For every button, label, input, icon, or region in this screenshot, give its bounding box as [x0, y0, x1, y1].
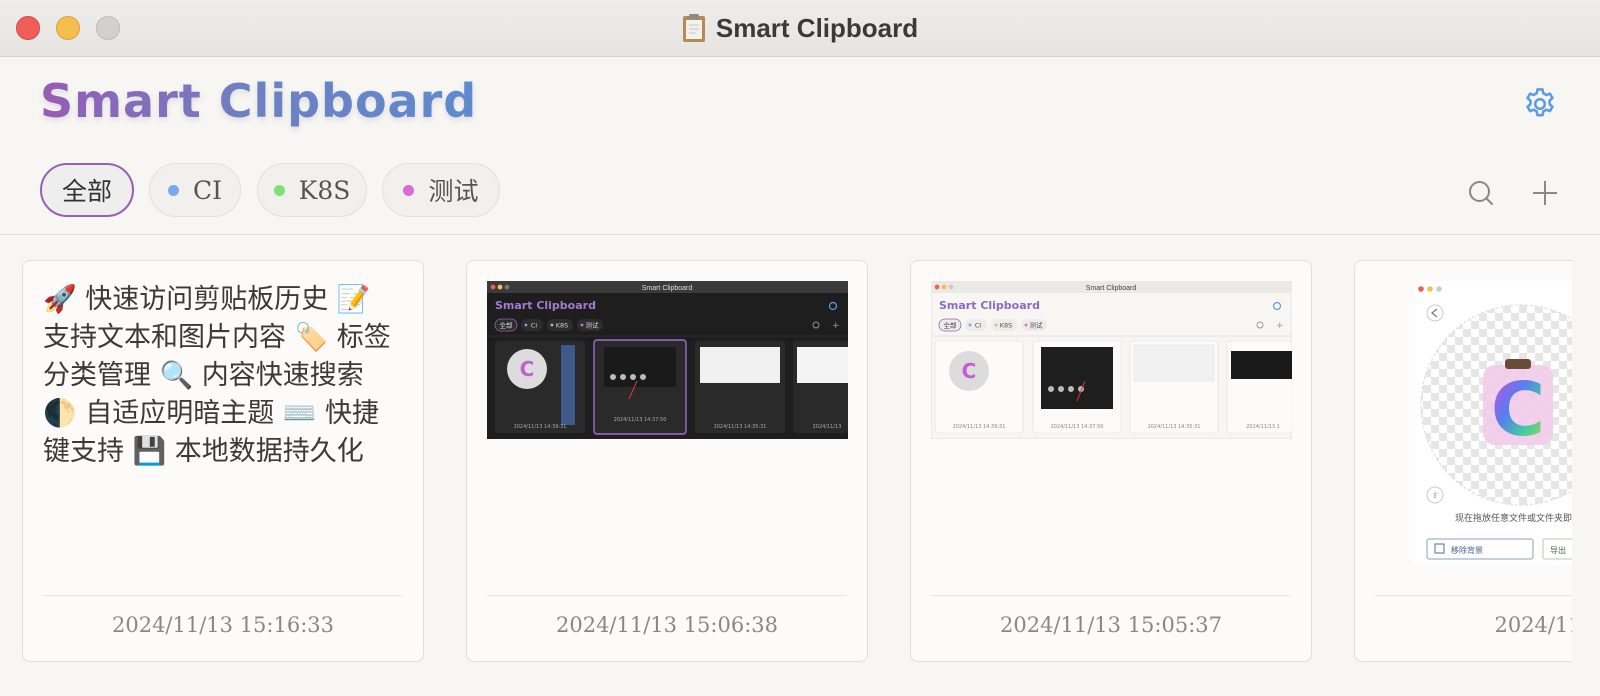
card-divider [43, 595, 403, 596]
thumb-card-time: 2024/11/13 1 [1246, 424, 1280, 430]
svg-text:+: + [1276, 321, 1284, 331]
tab-ci[interactable]: CI [149, 163, 241, 217]
thumb-tab-label: K8S [556, 322, 569, 330]
thumb-tab-label: 测试 [1030, 321, 1044, 330]
thumb-remove-bg-button: 移除背景 [1451, 545, 1483, 555]
card-divider [487, 595, 847, 596]
thumb-app-title: Smart Clipboard [495, 299, 596, 312]
card-timestamp: 2024/11/13 15:16:33 [111, 613, 335, 637]
svg-text:C: C [520, 357, 535, 381]
thumb-card-time: 2024/11/13 14:37:50 [1051, 424, 1104, 430]
tab-test[interactable]: 测试 [382, 163, 500, 217]
clipboard-icon [682, 14, 705, 42]
thumb-logo-letter: C [1491, 367, 1545, 453]
window-title-group: Smart Clipboard [0, 0, 1600, 56]
card-timestamp: 2024/11/13 15:06:38 [555, 613, 779, 637]
tab-k8s-label: K8S [298, 175, 351, 205]
tab-test-label: 测试 [428, 177, 479, 206]
thumb-tab-label: CI [975, 322, 982, 330]
clipboard-card-list[interactable]: 🚀 快速访问剪贴板历史 📝 支持文本和图片内容 🏷️ 标签分类管理 🔍 内容快速… [0, 260, 1572, 670]
tab-ci-label: CI [192, 175, 222, 205]
header-divider [0, 234, 1600, 235]
card-divider [931, 595, 1291, 596]
clipboard-card-text[interactable]: 🚀 快速访问剪贴板历史 📝 支持文本和图片内容 🏷️ 标签分类管理 🔍 内容快速… [22, 260, 424, 662]
card-text-content: 🚀 快速访问剪贴板历史 📝 支持文本和图片内容 🏷️ 标签分类管理 🔍 内容快速… [43, 284, 391, 467]
thumb-card-time: 2024/11/13 14:39:31 [514, 424, 567, 430]
tab-all-label: 全部 [61, 177, 112, 206]
thumb-tab-label: 全部 [944, 321, 958, 330]
tag-dot-icon [403, 184, 415, 196]
title-bar: Smart Clipboard [0, 0, 1600, 57]
dark-screenshot-thumbnail: Smart Clipboard Smart Clipboard 全部 CI K8… [487, 281, 848, 439]
tag-dot-icon [273, 184, 285, 196]
tab-k8s[interactable]: K8S [257, 163, 367, 217]
thumb-window-title: Smart Clipboard [642, 285, 693, 292]
add-icon[interactable] [1531, 179, 1559, 207]
svg-text:C: C [962, 359, 977, 383]
search-icon[interactable] [1467, 179, 1495, 207]
svg-text:⇪: ⇪ [1432, 491, 1439, 500]
thumb-card-time: 2024/11/13 14:37:50 [614, 417, 667, 423]
thumb-card-time: 2024/11/13 14:39:31 [953, 424, 1006, 430]
thumb-export-button: 导出 [1550, 545, 1566, 555]
settings-gear-icon[interactable] [1522, 86, 1558, 122]
tab-all[interactable]: 全部 [40, 163, 134, 217]
clipboard-card-image[interactable]: C ⇪ 现在拖放任意文件或文件夹即可设置图 移除背景 导出 2024/11/13 [1354, 260, 1572, 662]
thumb-app-title: Smart Clipboard [939, 299, 1040, 312]
thumb-tab-label: CI [531, 322, 538, 330]
tag-dot-icon [167, 184, 179, 196]
thumb-card-time: 2024/11/13 14:35:31 [714, 424, 767, 430]
thumb-tab-label: 全部 [500, 321, 514, 330]
app-window: Smart Clipboard Smart Clipboard 全部 CI K8… [0, 0, 1600, 696]
clipboard-card-image[interactable]: Smart Clipboard Smart Clipboard 全部 CI K8… [910, 260, 1312, 662]
clipboard-card-image[interactable]: Smart Clipboard Smart Clipboard 全部 CI K8… [466, 260, 868, 662]
thumb-card-time: 2024/11/13 [813, 424, 842, 430]
thumb-card-time: 2024/11/13 14:35:31 [1148, 424, 1201, 430]
card-divider [1375, 595, 1572, 596]
window-title: Smart Clipboard [715, 12, 919, 43]
card-timestamp: 2024/11/13 [1494, 613, 1572, 637]
light-screenshot-thumbnail: Smart Clipboard Smart Clipboard 全部 CI K8… [931, 281, 1292, 439]
thumb-window-title: Smart Clipboard [1086, 285, 1137, 292]
card-timestamp: 2024/11/13 15:05:37 [999, 613, 1223, 637]
icon-tool-screenshot-thumbnail: C ⇪ 现在拖放任意文件或文件夹即可设置图 移除背景 导出 [1415, 281, 1572, 565]
thumb-tab-label: 测试 [586, 321, 600, 330]
app-title: Smart Clipboard [40, 74, 478, 128]
thumb-tab-label: K8S [1000, 322, 1013, 330]
thumb-drop-hint: 现在拖放任意文件或文件夹即可设置图 [1455, 512, 1572, 524]
svg-text:+: + [832, 321, 840, 331]
